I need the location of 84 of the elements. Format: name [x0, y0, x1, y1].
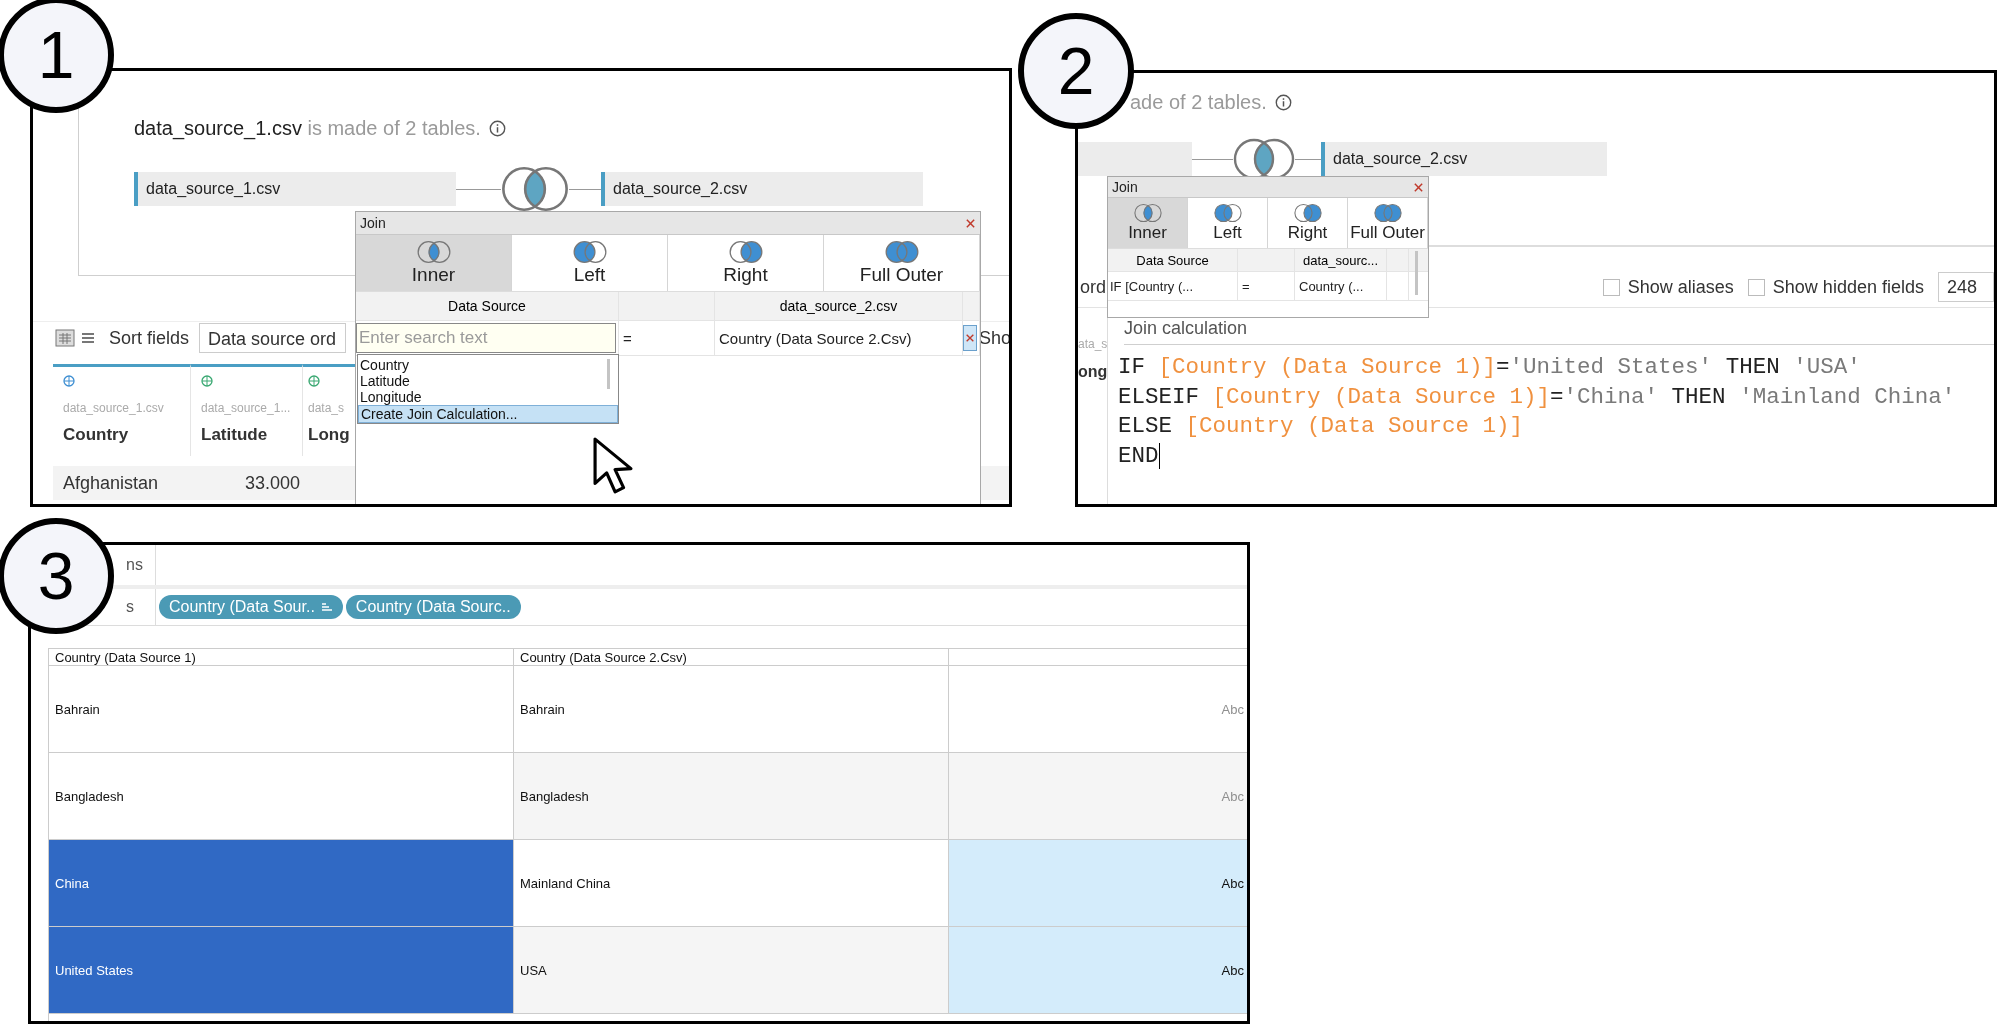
list-view-icon	[81, 330, 95, 346]
field-header[interactable]: data_source_1... Latitude	[191, 364, 303, 456]
remove-clause-button[interactable]	[963, 325, 977, 351]
join-type-tab[interactable]: Inner	[356, 235, 512, 291]
venn-icon	[884, 240, 919, 264]
venn-icon	[1293, 203, 1322, 223]
checkbox-label: Show aliases	[1627, 276, 1734, 298]
shelf-label: s	[126, 598, 134, 616]
join-field: IF [Country (...	[1108, 278, 1194, 294]
step-number-badge: 1	[0, 0, 114, 113]
close-icon	[965, 333, 975, 343]
field-source: data_s	[308, 401, 346, 415]
info-icon	[1274, 93, 1292, 111]
checkbox-label: Show hidden fields	[1772, 276, 1924, 298]
table-pill[interactable]: data_source_1.csv	[134, 172, 456, 206]
code-line: IF [Country (Data Source 1)]='United States' THEN 'USA'	[1118, 353, 1862, 382]
row-count-field[interactable]: 248	[1937, 272, 1994, 302]
field-header[interactable]: data_source_1.csv Country	[53, 364, 191, 456]
scrollbar[interactable]	[1415, 251, 1418, 295]
code-line: END	[1118, 441, 1161, 471]
operator: =	[1241, 278, 1250, 294]
table-pill[interactable]: data_source_2.csv	[1321, 142, 1607, 176]
sort-label: Sort fields	[109, 327, 190, 349]
toolbar-text: ord	[1079, 276, 1106, 298]
venn-icon	[1373, 203, 1402, 223]
table-cell: Abc	[949, 840, 1247, 927]
table-cell: Bangladesh	[514, 753, 949, 840]
join-field: Country (Data Source 2.Csv)	[715, 329, 912, 347]
column-header: data_sourc...	[1295, 249, 1387, 271]
column-header: Country (Data Source 2.Csv)	[514, 648, 949, 666]
table-cell: Abc	[949, 753, 1247, 840]
globe-icon	[63, 375, 75, 387]
venn-icon	[416, 240, 451, 264]
join-type-tab[interactable]: Full Outer	[1348, 198, 1428, 248]
cursor-icon	[591, 437, 635, 495]
globe-icon	[201, 375, 213, 387]
summary-text: data_source_1.csv is made of 2 tables.	[134, 116, 481, 140]
sort-icon	[320, 602, 333, 612]
dialog-title: Join	[360, 215, 386, 231]
search-field[interactable]: Enter search text	[356, 323, 616, 353]
dropdown-item[interactable]: Create Join Calculation...	[358, 405, 618, 423]
join-venn-icon	[501, 165, 569, 213]
table-cell: China	[49, 840, 514, 927]
info-icon	[488, 119, 506, 137]
sort-dropdown[interactable]: Data source ord	[199, 323, 347, 353]
column-header: Data Source	[1108, 249, 1238, 271]
column-header: data_source_2.csv	[715, 292, 963, 320]
field-name: Country	[63, 425, 130, 445]
venn-icon	[1133, 203, 1162, 223]
field-name: Long	[308, 425, 351, 445]
scrollbar[interactable]	[607, 359, 610, 389]
close-icon	[1413, 181, 1424, 193]
field-source: data_source_1.csv	[63, 401, 165, 415]
table-cell: Abc	[949, 927, 1247, 1014]
table-cell: Bahrain	[49, 666, 514, 753]
code-line: ELSE [Country (Data Source 1)]	[1118, 412, 1525, 441]
grid-view-icon	[55, 329, 75, 347]
column-header: Country (Data Source 1)	[49, 648, 514, 666]
table-cell-text: Afghanistan	[62, 472, 160, 494]
table-cell-text: 33.000	[243, 472, 301, 494]
dialog-title: Join	[1112, 179, 1138, 195]
venn-icon	[1213, 203, 1242, 223]
table-cell: USA	[514, 927, 949, 1014]
code-editor[interactable]: IF [Country (Data Source 1)]='United States' THEN 'USA' ELSEIF [Country (Data Source 1)]='China' THEN 'Mainland China' ELSE [Country (Data Source 1)] END	[1118, 345, 1994, 471]
table-pill[interactable]: data_source_2.csv	[601, 172, 923, 206]
venn-icon	[728, 240, 763, 264]
step-number-badge: 3	[0, 518, 114, 634]
code-line: ELSEIF [Country (Data Source 1)]='China' THEN 'Mainland China'	[1118, 382, 1957, 412]
operator: =	[622, 329, 632, 347]
field-name: Latitude	[201, 425, 269, 445]
table-pill[interactable]	[1078, 142, 1192, 176]
field-source: ata_s	[1078, 337, 1107, 353]
table-cell: United States	[49, 927, 514, 1014]
venn-icon	[572, 240, 607, 264]
close-icon	[965, 217, 976, 229]
field-source: data_source_1...	[201, 401, 292, 415]
shelf-label: ns	[126, 556, 143, 574]
globe-icon	[308, 375, 320, 387]
field-name: ong	[1078, 363, 1107, 381]
column-header: Data Source	[356, 292, 619, 320]
join-field: Country (...	[1295, 278, 1364, 294]
checkbox[interactable]	[1602, 278, 1620, 296]
checkbox[interactable]	[1747, 278, 1765, 296]
join-type-tab[interactable]: Inner	[1108, 198, 1188, 248]
